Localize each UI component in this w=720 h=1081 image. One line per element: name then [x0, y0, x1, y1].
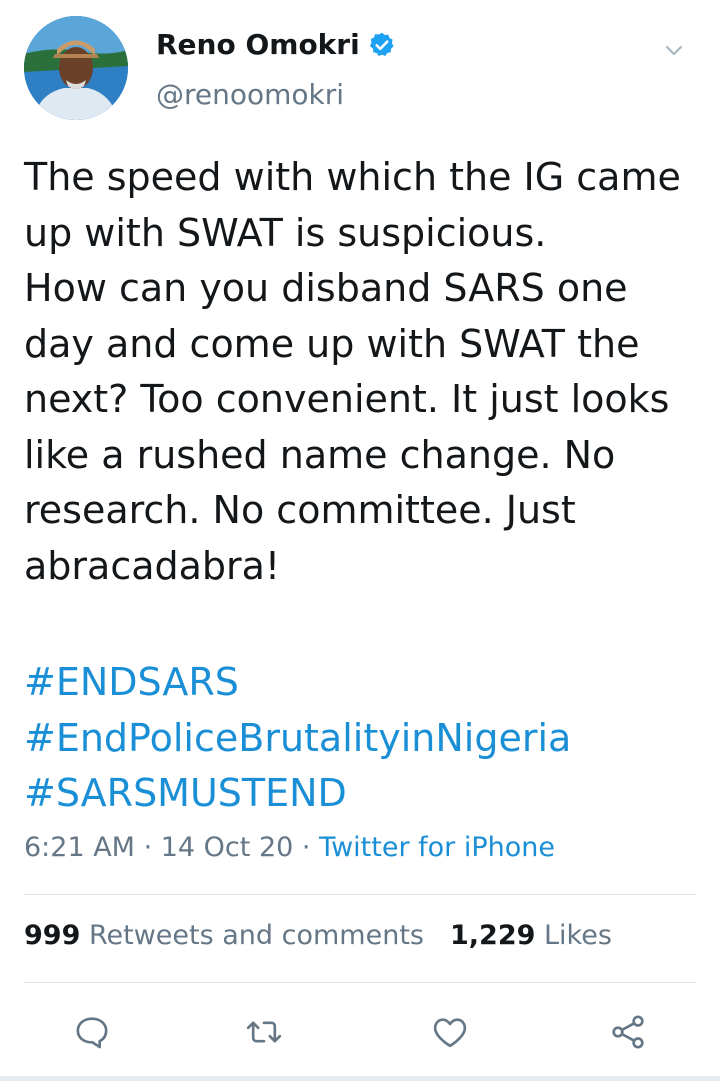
tweet-time: 6:21 AM: [24, 832, 135, 863]
retweets-label: Retweets and comments: [88, 920, 424, 951]
likes-count: 1,229: [449, 920, 536, 951]
hashtag-list: #ENDSARS #EndPoliceBrutalityinNigeria #S…: [24, 655, 696, 822]
tweet-card: Reno Omokri @renoomokri The speed with w…: [0, 0, 720, 1081]
user-handle[interactable]: @renoomokri: [156, 78, 344, 111]
user-name-row[interactable]: Reno Omokri: [156, 28, 396, 61]
hashtag-link[interactable]: #SARSMUSTEND: [24, 766, 696, 822]
hashtag-link[interactable]: #EndPoliceBrutalityinNigeria: [24, 711, 696, 767]
retweet-icon[interactable]: [244, 1012, 284, 1052]
avatar[interactable]: [24, 16, 128, 120]
hashtag-link[interactable]: #ENDSARS: [24, 655, 696, 711]
reply-icon[interactable]: [72, 1012, 112, 1052]
chevron-down-icon[interactable]: [662, 38, 686, 62]
bottom-border: [0, 1076, 720, 1081]
likes-stat[interactable]: 1,229 Likes: [450, 920, 612, 951]
likes-label: Likes: [543, 920, 612, 951]
like-icon[interactable]: [430, 1012, 470, 1052]
tweet-stats: 999 Retweets and comments 1,229 Likes: [24, 920, 612, 951]
divider: [24, 982, 696, 983]
divider: [24, 894, 696, 895]
tweet-header: Reno Omokri @renoomokri: [24, 16, 696, 124]
retweets-count: 999: [24, 920, 81, 951]
meta-separator: ·: [293, 832, 320, 863]
avatar-image: [24, 16, 128, 120]
tweet-meta: 6:21 AM · 14 Oct 20 · Twitter for iPhone: [24, 832, 555, 863]
verified-badge-icon: [368, 31, 396, 59]
meta-separator: ·: [134, 832, 161, 863]
share-icon[interactable]: [608, 1012, 648, 1052]
tweet-text: The speed with which the IG came up with…: [24, 155, 681, 588]
tweet-source-link[interactable]: Twitter for iPhone: [319, 832, 555, 863]
user-name[interactable]: Reno Omokri: [156, 28, 360, 61]
tweet-date: 14 Oct 20: [160, 832, 294, 863]
action-bar: [0, 1004, 720, 1064]
retweets-stat[interactable]: 999 Retweets and comments: [24, 920, 424, 951]
